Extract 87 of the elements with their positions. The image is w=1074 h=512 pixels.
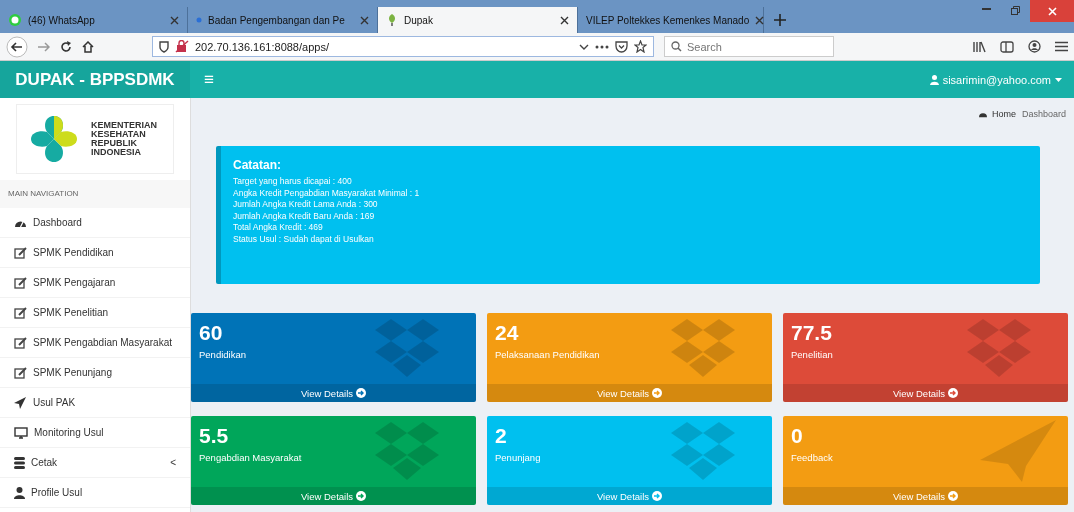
shield-icon xyxy=(159,40,169,53)
nav-item[interactable]: SPMK Pendidikan xyxy=(0,238,190,268)
view-details-link[interactable]: View Details xyxy=(191,384,476,402)
dropbox-icon xyxy=(966,319,1032,377)
pocket-icon[interactable] xyxy=(615,40,628,53)
arrow-circle-icon xyxy=(356,388,367,398)
chevron-down-icon[interactable] xyxy=(579,43,589,50)
search-field[interactable]: Search xyxy=(664,36,834,57)
stat-label: Feedback xyxy=(791,452,834,463)
nav-item[interactable]: SPMK Penunjang xyxy=(0,358,190,388)
browser-tab[interactable]: Dupak xyxy=(378,7,578,33)
search-icon xyxy=(671,41,682,52)
nav-item[interactable]: Dashboard xyxy=(0,208,190,238)
edit-icon xyxy=(14,276,27,289)
view-details-link[interactable]: View Details xyxy=(191,487,476,505)
stat-value: 77.5 xyxy=(791,321,833,345)
note-line: Angka Kredit Pengabdian Masyarakat Minimal : 1 xyxy=(233,187,421,199)
arrow-circle-icon xyxy=(356,491,367,501)
restore-icon[interactable] xyxy=(1011,6,1020,15)
callout-title: Catatan: xyxy=(233,158,282,172)
url-text: 202.70.136.161:8088/apps/ xyxy=(195,40,329,53)
gauge-icon xyxy=(977,110,988,118)
menu-icon[interactable] xyxy=(1055,41,1068,52)
logo-text: KEMENTERIAN KESEHATAN REPUBLIK INDONESIA xyxy=(91,121,157,157)
breadcrumb-link[interactable]: Home xyxy=(977,109,1016,119)
note-line: Target yang harus dicapai : 400 xyxy=(233,176,353,188)
stat-label: Penelitian xyxy=(791,349,834,360)
dot-icon xyxy=(196,17,202,23)
dropbox-icon xyxy=(670,422,736,480)
arrow-circle-icon xyxy=(652,491,663,501)
nav-item[interactable]: SPMK Pengabdian Masyarakat xyxy=(0,328,190,358)
note-line: Total Angka Kredit : 469 xyxy=(233,222,324,234)
forward-icon[interactable] xyxy=(38,41,50,52)
chat-bubble-icon xyxy=(8,13,22,27)
dropbox-icon xyxy=(374,319,440,377)
reload-icon[interactable] xyxy=(60,40,72,53)
stat-label: Pelaksanaan Pendidikan xyxy=(495,349,601,360)
star-icon[interactable] xyxy=(634,40,647,53)
close-icon xyxy=(1047,6,1057,16)
edit-icon xyxy=(14,246,27,259)
account-icon[interactable] xyxy=(1028,40,1041,53)
back-icon[interactable] xyxy=(6,35,28,58)
home-icon[interactable] xyxy=(82,40,94,53)
note-line: Jumlah Angka Kredit Lama Anda : 300 xyxy=(233,199,379,211)
nav-item[interactable]: Usul PAK xyxy=(0,388,190,418)
stat-label: Pengabdian Masyarakat xyxy=(199,452,303,463)
nav-item[interactable]: SPMK Penelitian xyxy=(0,298,190,328)
caret-icon xyxy=(1055,77,1062,82)
user-icon xyxy=(14,486,25,499)
paper-plane-icon xyxy=(14,396,27,409)
arrow-circle-icon xyxy=(948,491,959,501)
leaf-icon xyxy=(386,13,398,27)
address-bar[interactable]: 202.70.136.161:8088/apps/ xyxy=(152,36,654,57)
user-icon xyxy=(929,74,939,85)
stat-value: 0 xyxy=(791,424,804,448)
view-details-link[interactable]: View Details xyxy=(783,384,1068,402)
library-icon[interactable] xyxy=(972,40,986,53)
dropbox-icon xyxy=(670,319,736,377)
nav-item[interactable]: Cetak < xyxy=(0,448,190,478)
section-heading: MAIN NAVIGATION xyxy=(0,180,190,208)
monitor-icon xyxy=(14,426,28,439)
arrow-circle-icon xyxy=(948,388,959,398)
edit-icon xyxy=(14,366,27,379)
sidebar-icon[interactable] xyxy=(1000,40,1014,53)
close-icon[interactable] xyxy=(560,15,569,25)
edit-icon xyxy=(14,306,27,319)
nav-item[interactable]: Profile Usul xyxy=(0,478,190,508)
stat-value: 2 xyxy=(495,424,508,448)
more-icon[interactable] xyxy=(595,44,609,49)
stat-label: Penunjang xyxy=(495,452,542,463)
stat-value: 24 xyxy=(495,321,520,345)
breadcrumb-current: Dashboard xyxy=(1021,109,1066,119)
edit-icon xyxy=(14,336,27,349)
arrow-circle-icon xyxy=(652,388,663,398)
database-icon xyxy=(14,456,25,469)
dropbox-icon xyxy=(374,422,440,480)
note-line: Jumlah Angka Kredit Baru Anda : 169 xyxy=(233,210,376,222)
paper-plane-icon xyxy=(980,420,1056,482)
stat-label: Pendidikan xyxy=(199,349,247,360)
crossed-lock-icon xyxy=(175,40,189,53)
stat-value: 60 xyxy=(199,321,224,345)
note-line: Status Usul : Sudah dapat di Usulkan xyxy=(233,233,375,245)
nav-item[interactable]: SPMK Pengajaran xyxy=(0,268,190,298)
close-window-button[interactable] xyxy=(1030,0,1074,22)
stat-value: 5.5 xyxy=(199,424,230,448)
nav-item[interactable]: Monitoring Usul xyxy=(0,418,190,448)
new-tab-icon[interactable] xyxy=(774,14,786,26)
